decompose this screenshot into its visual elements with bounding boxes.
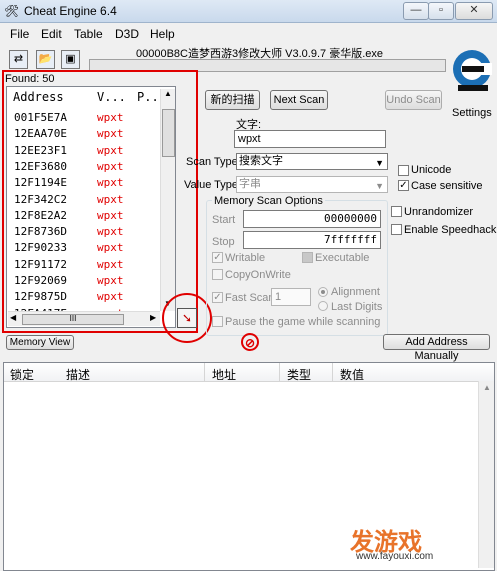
executable-checkbox[interactable] (302, 252, 313, 263)
save-icon[interactable]: ▣ (61, 50, 80, 69)
add-to-list-arrow-button[interactable]: ➘ (177, 308, 197, 328)
next-scan-button[interactable]: Next Scan (270, 90, 328, 110)
column-divider (332, 363, 333, 381)
column-divider (279, 363, 280, 381)
last-digits-radio[interactable] (318, 301, 328, 311)
cheat-table-header: 锁定 描述 地址 类型 数值 (4, 363, 494, 382)
value-type-label: Value Type (184, 179, 239, 191)
unrandomizer-label: Unrandomizer (404, 206, 474, 218)
menu-help[interactable]: Help (150, 27, 175, 41)
scan-type-value: 搜索文字 (239, 155, 283, 167)
unicode-checkbox[interactable] (398, 165, 409, 176)
open-process-icon[interactable]: ⇄ (9, 50, 28, 69)
cheat-table-vertical-scrollbar[interactable]: ▲ (478, 381, 494, 568)
unicode-label: Unicode (411, 164, 452, 176)
menu-table[interactable]: Table (74, 27, 103, 41)
chevron-down-icon: ▼ (375, 181, 384, 191)
fast-scan-checkbox[interactable]: ✓ (212, 292, 223, 303)
cheat-engine-icon: 🛠 (4, 4, 20, 18)
enable-speedhack-label: Enable Speedhack (404, 224, 497, 236)
pause-game-label: Pause the game while scanning (225, 316, 381, 328)
enable-speedhack-checkbox[interactable] (391, 224, 402, 235)
open-file-icon[interactable]: 📂 (36, 50, 55, 69)
value-type-select[interactable]: 字串 ▼ (236, 176, 388, 193)
pause-game-checkbox[interactable] (212, 316, 223, 327)
writable-label: Writable (225, 252, 266, 264)
column-header-description[interactable]: 描述 (66, 366, 90, 383)
column-header-lock[interactable]: 锁定 (10, 366, 34, 383)
last-digits-label: Last Digits (331, 301, 383, 313)
settings-link[interactable]: Settings (452, 107, 492, 119)
menu-d3d[interactable]: D3D (115, 27, 139, 41)
alignment-radio[interactable] (318, 287, 328, 297)
menu-edit[interactable]: Edit (41, 27, 62, 41)
scan-value-input[interactable]: wpxt (234, 130, 386, 148)
menu-file[interactable]: File (10, 27, 29, 41)
alignment-label: Alignment (331, 286, 380, 298)
column-divider (204, 363, 205, 381)
memory-view-button[interactable]: Memory View (6, 335, 74, 350)
stop-address-input[interactable]: 7fffffff (243, 231, 381, 249)
title-bar: 🛠 Cheat Engine 6.4 — ▫ ✕ (0, 0, 497, 23)
chevron-down-icon: ▼ (375, 158, 384, 168)
watermark-url: www.fayouxi.com (356, 551, 434, 562)
minimize-button[interactable]: — (403, 2, 429, 20)
case-sensitive-checkbox[interactable]: ✓ (398, 180, 409, 191)
memory-scan-options-title: Memory Scan Options (212, 195, 325, 207)
writable-checkbox[interactable]: ✓ (212, 252, 223, 263)
scan-type-label: Scan Type (186, 156, 238, 168)
copy-on-write-label: CopyOnWrite (225, 269, 291, 281)
column-header-type[interactable]: 类型 (287, 366, 311, 383)
panel-splitter[interactable] (0, 355, 497, 360)
close-button[interactable]: ✕ (455, 2, 493, 20)
menu-bar: File Edit Table D3D Help (0, 24, 497, 42)
fast-scan-label: Fast Scan (225, 292, 275, 304)
case-sensitive-label: Case sensitive (411, 180, 483, 192)
add-address-manually-button[interactable]: Add Address Manually (383, 334, 490, 362)
column-header-value[interactable]: 数值 (340, 366, 364, 383)
start-label: Start (212, 214, 236, 226)
stop-label: Stop (212, 236, 235, 248)
first-scan-button[interactable]: 新的扫描 (205, 90, 260, 110)
executable-label: Executable (315, 252, 370, 264)
unrandomizer-checkbox[interactable] (391, 206, 402, 217)
undo-scan-button[interactable]: Undo Scan (385, 90, 442, 110)
fast-scan-alignment-input[interactable]: 1 (271, 288, 311, 306)
scroll-up-icon[interactable]: ▲ (483, 383, 491, 392)
scan-type-select[interactable]: 搜索文字 ▼ (236, 153, 388, 170)
value-type-value: 字串 (239, 178, 261, 190)
cheat-engine-logo[interactable] (448, 44, 492, 94)
annotation-rectangle (2, 70, 198, 333)
window-title: Cheat Engine 6.4 (24, 4, 117, 18)
start-address-input[interactable]: 00000000 (243, 210, 381, 228)
maximize-button[interactable]: ▫ (428, 2, 454, 20)
stop-icon[interactable]: ⊘ (241, 333, 259, 351)
column-header-address[interactable]: 地址 (212, 366, 236, 383)
copy-on-write-checkbox[interactable] (212, 269, 223, 280)
